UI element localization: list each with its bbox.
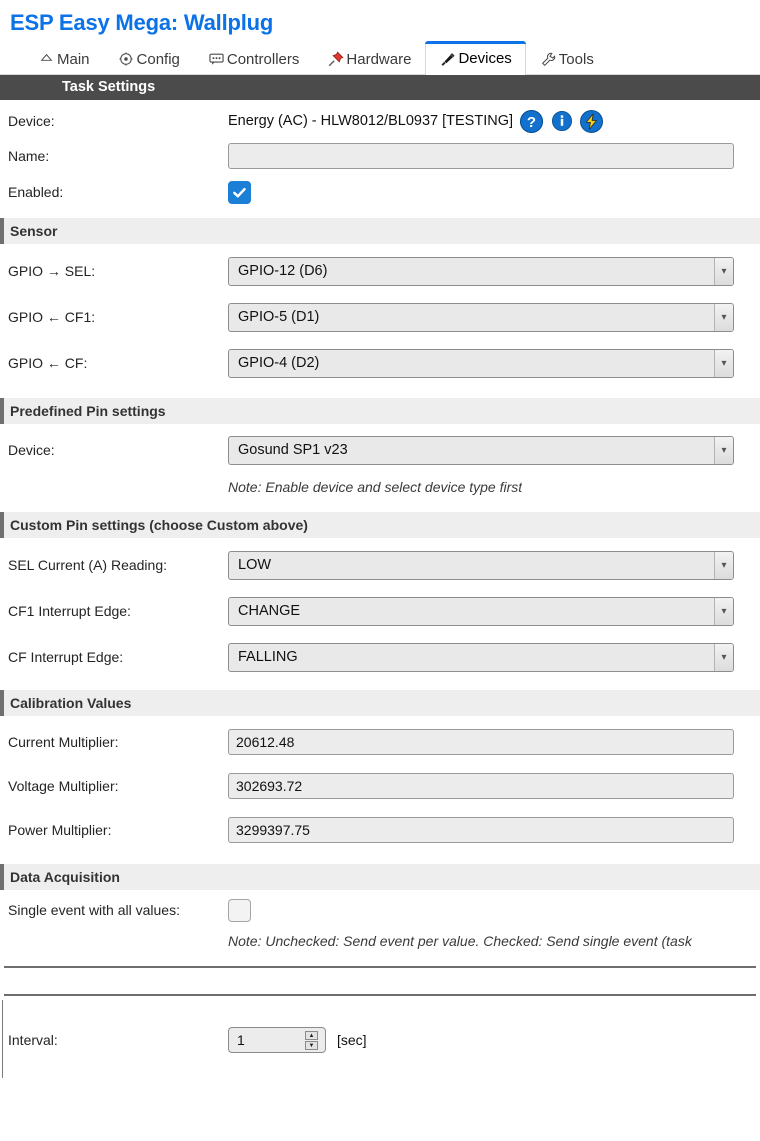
- predefined-device-label: Device:: [8, 442, 55, 458]
- power-multiplier-row: Power Multiplier:: [0, 808, 760, 852]
- pushpin-icon: [327, 51, 344, 68]
- gpio-cf-label: GPIO ← CF:: [8, 355, 88, 371]
- tab-config-label: Config: [136, 50, 180, 68]
- tab-config[interactable]: Config: [104, 43, 194, 74]
- predefined-device-select[interactable]: Gosund SP1 v23: [228, 435, 734, 465]
- cf-interrupt-edge-select[interactable]: FALLING: [228, 642, 734, 672]
- enabled-label: Enabled:: [8, 184, 64, 200]
- power-multiplier-label: Power Multiplier:: [8, 822, 112, 838]
- gpio-sel-select[interactable]: GPIO-12 (D6): [228, 256, 734, 286]
- gear-icon: [118, 51, 135, 68]
- page-title: ESP Easy Mega: Wallplug: [10, 10, 274, 35]
- section-data-acquisition: Data Acquisition: [0, 864, 760, 890]
- name-label: Name:: [8, 148, 50, 164]
- single-event-row: Single event with all values:: [0, 894, 760, 926]
- interval-stepper-buttons[interactable]: ▲ ▼: [305, 1031, 318, 1050]
- main-tabbar: Main Config Controllers Hardware Devices…: [0, 41, 760, 75]
- gpio-cf-row: GPIO ← CF: GPIO-4 (D2) ▾: [0, 340, 760, 386]
- gpio-cf1-label: GPIO ← CF1:: [8, 309, 96, 325]
- section-sensor: Sensor: [0, 218, 760, 244]
- voltage-multiplier-label: Voltage Multiplier:: [8, 778, 119, 794]
- name-input[interactable]: [228, 143, 734, 169]
- tab-devices[interactable]: Devices: [425, 41, 527, 75]
- task-settings-bar: Task Settings: [0, 75, 760, 100]
- tab-hardware-label: Hardware: [346, 50, 412, 68]
- tab-main[interactable]: Main: [24, 43, 104, 74]
- left-border-accent: [2, 1000, 3, 1078]
- device-label: Device:: [8, 113, 55, 129]
- predefined-note: Note: Enable device and select device ty…: [228, 479, 523, 495]
- gpio-cf1-row: GPIO ← CF1: GPIO-5 (D1) ▾: [0, 294, 760, 340]
- tab-tools-label: Tools: [558, 50, 594, 68]
- tab-tools[interactable]: Tools: [526, 43, 608, 74]
- interval-input[interactable]: [229, 1028, 299, 1052]
- single-event-label: Single event with all values:: [8, 902, 180, 918]
- task-settings-form: Device: Energy (AC) - HLW8012/BL0937 [TE…: [0, 104, 760, 1078]
- section-custom-pin-settings: Custom Pin settings (choose Custom above…: [0, 512, 760, 538]
- wrench-icon: [540, 51, 557, 68]
- info-icon[interactable]: [550, 110, 573, 133]
- enabled-row: Enabled:: [0, 174, 760, 210]
- tab-hardware[interactable]: Hardware: [313, 43, 425, 74]
- tab-main-label: Main: [57, 50, 90, 68]
- device-row: Device: Energy (AC) - HLW8012/BL0937 [TE…: [0, 104, 760, 138]
- data-acquisition-note-row: Note: Unchecked: Send event per value. C…: [0, 926, 760, 956]
- data-acquisition-note: Note: Unchecked: Send event per value. C…: [228, 933, 692, 949]
- cf1-interrupt-edge-select[interactable]: CHANGE: [228, 596, 734, 626]
- lightning-icon[interactable]: [580, 109, 604, 133]
- current-multiplier-label: Current Multiplier:: [8, 734, 119, 750]
- section-calibration-values: Calibration Values: [0, 690, 760, 716]
- interval-decrement-button[interactable]: ▼: [305, 1041, 318, 1050]
- device-type-value: Energy (AC) - HLW8012/BL0937 [TESTING]: [228, 113, 514, 129]
- gpio-sel-label: GPIO → SEL:: [8, 263, 96, 279]
- help-icon[interactable]: ?: [520, 109, 544, 133]
- tab-controllers-label: Controllers: [226, 50, 300, 68]
- name-row: Name:: [0, 138, 760, 174]
- current-multiplier-row: Current Multiplier:: [0, 720, 760, 764]
- sel-current-reading-select[interactable]: LOW: [228, 550, 734, 580]
- sel-current-reading-label: SEL Current (A) Reading:: [8, 557, 167, 573]
- gpio-sel-row: GPIO → SEL: GPIO-12 (D6) ▾: [0, 248, 760, 294]
- gpio-cf1-select[interactable]: GPIO-5 (D1): [228, 302, 734, 332]
- svg-text:?: ?: [527, 114, 536, 131]
- device-value-group: Energy (AC) - HLW8012/BL0937 [TESTING] ?: [228, 109, 604, 133]
- home-icon: [38, 51, 55, 68]
- power-multiplier-input[interactable]: [228, 817, 734, 843]
- current-multiplier-input[interactable]: [228, 729, 734, 755]
- tab-devices-label: Devices: [458, 50, 512, 67]
- speech-bubble-icon: [208, 51, 225, 68]
- voltage-multiplier-row: Voltage Multiplier:: [0, 764, 760, 808]
- cf-interrupt-edge-row: CF Interrupt Edge: FALLING ▾: [0, 634, 760, 680]
- interval-label: Interval:: [8, 1032, 58, 1048]
- section-predefined-pin-settings: Predefined Pin settings: [0, 398, 760, 424]
- cf1-interrupt-edge-label: CF1 Interrupt Edge:: [8, 603, 131, 619]
- sel-current-reading-row: SEL Current (A) Reading: LOW ▾: [0, 542, 760, 588]
- predefined-device-row: Device: Gosund SP1 v23 ▾: [0, 428, 760, 472]
- divider-bottom: [4, 994, 756, 996]
- interval-stepper[interactable]: ▲ ▼: [228, 1027, 326, 1053]
- gpio-cf-select[interactable]: GPIO-4 (D2): [228, 348, 734, 378]
- plug-icon: [439, 50, 456, 67]
- interval-row: Interval: ▲ ▼ [sec]: [0, 1018, 760, 1062]
- cf1-interrupt-edge-row: CF1 Interrupt Edge: CHANGE ▾: [0, 588, 760, 634]
- interval-unit: [sec]: [337, 1032, 367, 1048]
- voltage-multiplier-input[interactable]: [228, 773, 734, 799]
- single-event-checkbox[interactable]: [228, 898, 251, 922]
- enabled-checkbox[interactable]: [228, 180, 251, 204]
- cf-interrupt-edge-label: CF Interrupt Edge:: [8, 649, 124, 665]
- tab-controllers[interactable]: Controllers: [194, 43, 314, 74]
- predefined-note-row: Note: Enable device and select device ty…: [0, 472, 760, 502]
- interval-increment-button[interactable]: ▲: [305, 1031, 318, 1040]
